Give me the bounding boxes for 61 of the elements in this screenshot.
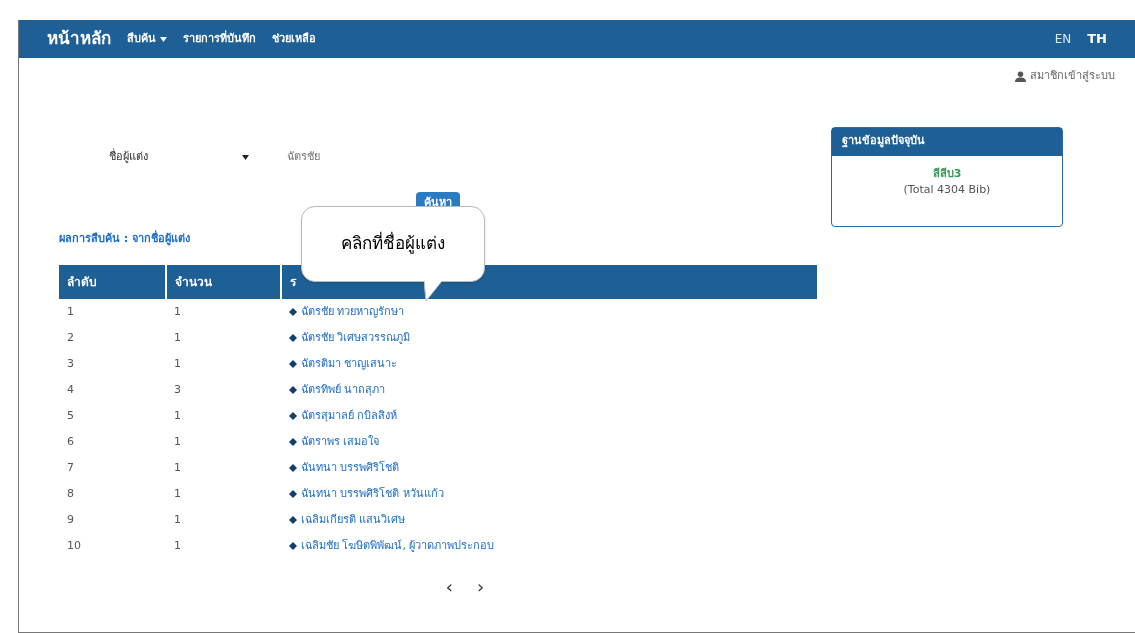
language-link[interactable]: TH — [1087, 29, 1107, 49]
callout-pointer — [424, 281, 444, 301]
language-link[interactable]: EN — [1054, 30, 1072, 48]
author-link[interactable]: ฉัตรชัย ทวยหาญรักษา — [301, 303, 405, 321]
next-page-button[interactable]: › — [477, 573, 485, 600]
panel-header: ฐานข้อมูลปัจจุบัน — [832, 127, 1062, 156]
column-header: จำนวน — [166, 265, 281, 299]
author-link[interactable]: ฉัตราพร เสมอใจ — [301, 433, 380, 451]
table-cell-text: 1 — [173, 329, 182, 346]
table-cell-text: 8 — [66, 485, 75, 502]
table-cell-text: 7 — [66, 459, 75, 476]
diamond-bullet-icon — [289, 386, 297, 394]
caret-icon — [242, 155, 249, 160]
table-cell-text: 1 — [173, 511, 182, 528]
table-cell-text: 1 — [173, 355, 182, 372]
diamond-bullet-icon — [289, 542, 297, 550]
table-cell-text: 1 — [173, 407, 182, 424]
search-input[interactable]: ฉัตรชัย — [287, 149, 320, 166]
author-link[interactable]: ฉันทนา บรรพศิริโชติ หวันแก้ว — [301, 485, 444, 503]
table-cell-text: 4 — [66, 381, 75, 398]
table-cell-text: 1 — [173, 459, 182, 476]
diamond-bullet-icon — [289, 490, 297, 498]
table-cell-text: 3 — [173, 381, 182, 398]
database-total: (Total 4304 Bib) — [903, 182, 991, 198]
user-icon — [1015, 70, 1026, 82]
diamond-bullet-icon — [289, 464, 297, 472]
author-link[interactable]: ฉัตรติมา ชาญเสนาะ — [301, 355, 398, 373]
diamond-bullet-icon — [289, 412, 297, 420]
table-cell-text: 1 — [173, 433, 182, 450]
author-link[interactable]: เฉลิมเกียรติ แสนวิเศษ — [301, 511, 406, 529]
table-cell-text: 10 — [66, 537, 82, 554]
search-field-select[interactable]: ชื่อผู้แต่ง — [109, 149, 249, 166]
database-name: ลีลีบ3 — [932, 165, 962, 182]
table-cell-text: 1 — [173, 537, 182, 554]
table-cell-text: 5 — [66, 407, 75, 424]
author-link[interactable]: เฉลิมชัย โฆษิตพิพัฒน์, ผู้วาดภาพประกอบ — [301, 537, 495, 555]
table-cell-text: 1 — [173, 485, 182, 502]
table-cell: 1 — [59, 299, 166, 325]
diamond-bullet-icon — [289, 360, 297, 368]
table-cell-text: 6 — [66, 433, 75, 450]
diamond-bullet-icon — [289, 308, 297, 316]
author-link[interactable]: ฉัตรชัย วิเศษสวรรณภูมิ — [301, 329, 411, 347]
brand-link[interactable]: หน้าหลัก — [47, 26, 111, 52]
callout-tooltip: คลิกที่ชื่อผู้แต่ง — [301, 206, 485, 282]
nav-link[interactable]: ช่วยเหลือ — [272, 30, 316, 48]
nav-link[interactable]: รายการที่บันทึก — [183, 30, 256, 48]
column-header: ลำดับ — [59, 265, 166, 299]
diamond-bullet-icon — [289, 516, 297, 524]
author-link[interactable]: ฉัตรทิพย์ นาถสุภา — [301, 381, 386, 399]
login-link[interactable]: สมาชิกเข้าสู่ระบบ — [1015, 68, 1115, 85]
author-link[interactable]: ฉันทนา บรรพศิริโชติ — [301, 459, 400, 477]
table-cell-text: 9 — [66, 511, 75, 528]
diamond-bullet-icon — [289, 334, 297, 342]
table-cell-text: 3 — [66, 355, 75, 372]
nav-link[interactable]: สืบค้น — [127, 30, 167, 48]
previous-page-button[interactable]: ‹ — [445, 573, 453, 600]
results-title: ผลการสืบค้น : จากชื่อผู้แต่ง — [59, 230, 191, 247]
diamond-bullet-icon — [289, 438, 297, 446]
table-cell-text: 2 — [66, 329, 75, 346]
author-link[interactable]: ฉัตรสุมาลย์ กบิลสิงห์ — [301, 407, 398, 425]
table-cell: 1 — [166, 299, 281, 325]
